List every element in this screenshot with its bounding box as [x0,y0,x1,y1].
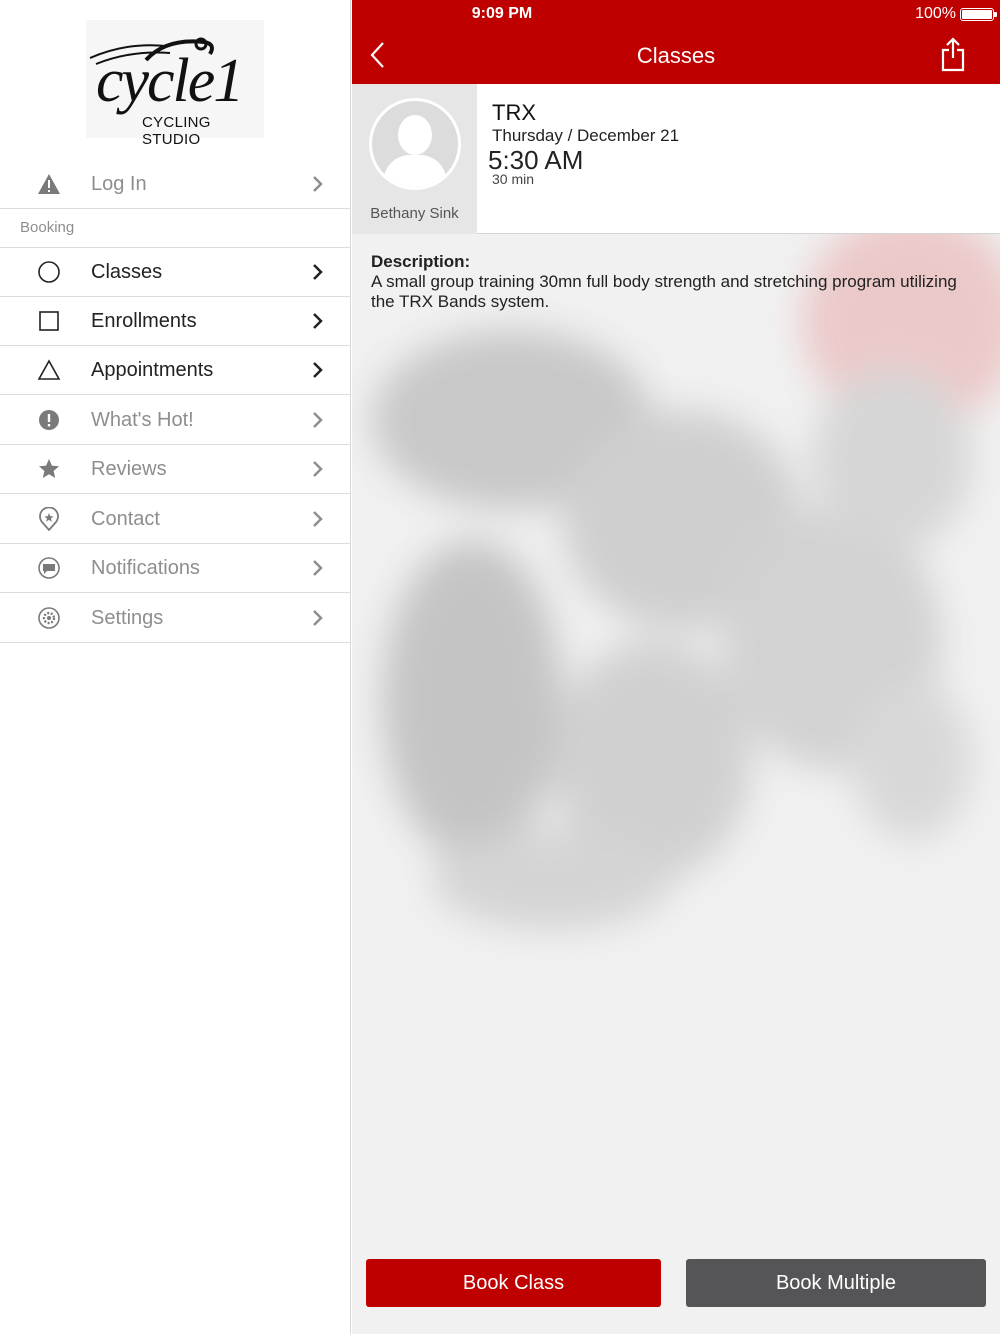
chevron-right-icon [313,264,323,280]
sidebar-item-label: Notifications [91,556,200,579]
logo-word: cycle1 [96,47,244,115]
chevron-right-icon [313,412,323,428]
class-detail-panel: 9:09 PM 100% Classes Bethany Sink TRX Th… [352,0,1000,1334]
section-label-booking: Booking [20,219,75,236]
class-info-card: Bethany Sink TRX Thursday / December 21 … [352,84,1000,234]
status-time: 9:09 PM [471,5,533,22]
sidebar: cycle1 CYCLING STUDIO Log In Booking Cla… [0,0,351,1334]
class-name: TRX [492,100,536,125]
chevron-right-icon [313,461,323,477]
sidebar-item-enrollments[interactable]: Enrollments [0,297,351,346]
battery-percent: 100% [915,5,956,22]
sidebar-item-contact[interactable]: Contact [0,495,351,544]
description-title: Description: [371,252,471,271]
class-duration: 30 min [492,171,535,187]
chevron-right-icon [313,362,323,378]
chevron-right-icon [313,176,323,192]
sidebar-item-label: Enrollments [91,309,197,332]
chat-bubble-icon [36,555,62,581]
circle-icon [36,259,62,285]
instructor-name: Bethany Sink [370,205,459,222]
logo-subtitle: CYCLING STUDIO [142,114,211,148]
sidebar-item-label: Appointments [91,358,214,381]
person-silhouette-icon [382,115,448,187]
chevron-right-icon [313,313,323,329]
description-text: A small group training 30mn full body st… [371,272,957,311]
sidebar-item-label: Log In [91,172,147,195]
sidebar-item-label: Settings [91,606,164,629]
sidebar-item-whats-hot[interactable]: What's Hot! [0,396,351,445]
battery-icon [960,8,994,21]
book-class-button[interactable]: Book Class [366,1259,661,1307]
battery-tip [994,12,997,17]
book-multiple-button[interactable]: Book Multiple [686,1259,986,1307]
avatar [369,98,461,190]
chevron-right-icon [313,610,323,626]
sidebar-item-settings[interactable]: Settings [0,594,351,643]
exclamation-icon [36,407,62,433]
sidebar-item-label: Classes [91,260,163,283]
instructor-box[interactable]: Bethany Sink [352,84,477,234]
studio-logo: cycle1 CYCLING STUDIO [86,20,264,148]
warning-icon [36,171,62,197]
sidebar-item-reviews[interactable]: Reviews [0,445,351,494]
sidebar-item-login[interactable]: Log In [0,160,351,209]
star-icon [36,456,62,482]
chevron-right-icon [313,511,323,527]
sidebar-item-notifications[interactable]: Notifications [0,544,351,593]
page-title: Classes [636,43,716,68]
sidebar-item-appointments[interactable]: Appointments [0,346,351,395]
class-date: Thursday / December 21 [492,126,680,145]
share-icon[interactable] [940,36,966,72]
chevron-right-icon [313,560,323,576]
nav-header: 9:09 PM 100% Classes [352,0,1000,84]
gear-icon [36,605,62,631]
square-icon [36,308,62,334]
sidebar-item-label: What's Hot! [91,408,194,431]
triangle-icon [36,357,62,383]
sidebar-item-label: Reviews [91,457,167,480]
sidebar-item-label: Contact [91,507,160,530]
sidebar-item-classes[interactable]: Classes [0,248,351,297]
location-pin-icon [36,506,62,532]
